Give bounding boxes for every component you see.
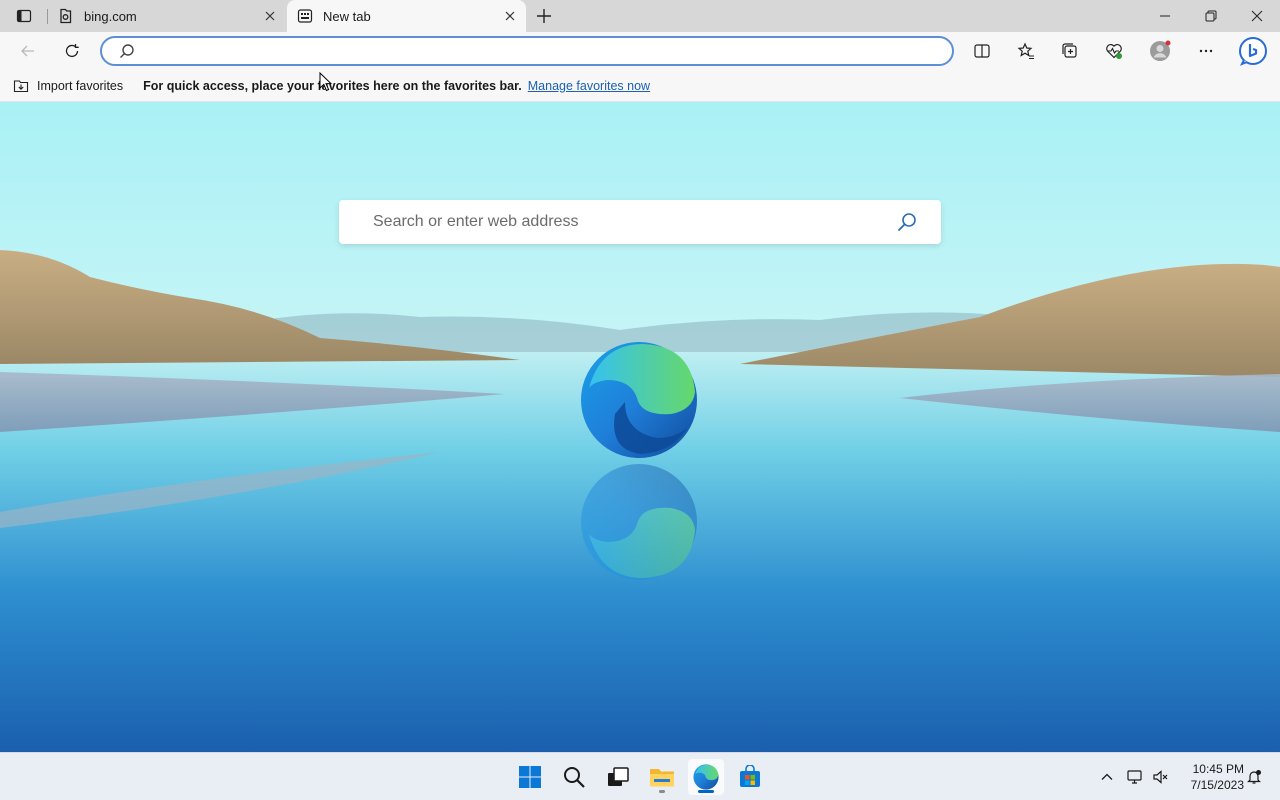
clock-date: 7/15/2023 [1190,778,1244,792]
ntp-search-box[interactable] [339,200,941,244]
search-icon [564,767,585,788]
tab-title: New tab [323,8,371,24]
bing-chat-icon [1239,37,1267,66]
chevron-up-icon [1101,773,1113,780]
volume-button[interactable] [1150,753,1172,800]
close-tab-button[interactable] [498,4,522,28]
browser-essentials-button[interactable] [1098,36,1130,66]
split-screen-icon [974,44,990,58]
clock-time: 10:45 PM [1192,762,1244,776]
newtab-favicon-icon [297,8,313,24]
network-button[interactable] [1124,753,1146,800]
close-icon [505,11,515,21]
profile-button[interactable] [1144,36,1176,66]
folder-icon [650,769,674,787]
new-tab-button[interactable] [530,4,558,28]
restore-icon [1205,10,1217,22]
more-horizontal-icon [1199,49,1213,53]
manage-favorites-link[interactable]: Manage favorites now [528,79,650,93]
search-icon [120,44,134,58]
microsoft-store-button[interactable] [732,759,768,795]
task-view-button[interactable] [600,759,636,795]
favorites-button[interactable] [1010,36,1042,66]
taskbar-search-button[interactable] [556,759,592,795]
store-icon [740,765,760,787]
back-arrow-icon [21,45,34,57]
active-indicator [698,790,714,793]
close-icon [1251,10,1263,22]
running-indicator [659,790,665,793]
toolbar [0,32,1280,70]
edge-logo-reflection [581,464,697,580]
edge-icon [693,764,719,790]
taskbar: 10:45 PM 7/15/2023 [0,752,1280,800]
clock[interactable]: 10:45 PM 7/15/2023 [1176,761,1244,793]
tab-bing[interactable]: bing.com [48,0,286,32]
task-view-icon [608,767,629,786]
start-button[interactable] [512,759,548,795]
file-explorer-button[interactable] [644,759,680,795]
minimize-icon [1160,15,1170,17]
tab-actions-icon [16,9,32,23]
heart-pulse-icon [1106,44,1122,59]
restore-button[interactable] [1188,0,1234,32]
ntp-search-button[interactable] [887,202,927,242]
tab-strip: bing.com New tab [0,0,1280,32]
address-bar[interactable] [100,36,954,66]
tab-title: bing.com [84,8,137,24]
minimize-button[interactable] [1142,0,1188,32]
settings-more-button[interactable] [1190,36,1222,66]
plus-icon [537,9,551,23]
avatar [1150,40,1171,61]
close-window-button[interactable] [1234,0,1280,32]
show-hidden-icons-button[interactable] [1096,753,1118,800]
refresh-button[interactable] [56,36,88,66]
ntp-search-input[interactable] [373,207,887,237]
import-favorites-button[interactable]: Import favorites [13,74,131,98]
notifications-button[interactable] [1244,753,1264,800]
volume-muted-icon [1153,770,1168,784]
network-icon [1127,770,1142,784]
favorites-star-icon [1017,42,1034,60]
notification-bell-icon [1247,770,1261,784]
import-favorites-label: Import favorites [37,78,124,93]
mouse-cursor-icon [319,72,333,92]
collections-button[interactable] [1054,36,1086,66]
close-tab-button[interactable] [258,4,282,28]
collections-icon [1062,43,1077,58]
search-icon [897,213,916,232]
new-tab-page [0,102,1280,752]
split-screen-button[interactable] [966,36,998,66]
tab-actions-button[interactable] [8,4,40,28]
import-icon [13,79,29,92]
edge-taskbar-button[interactable] [688,759,724,795]
bing-favicon-icon [58,8,74,24]
windows-logo-icon [519,766,541,788]
tab-new-tab[interactable]: New tab [287,0,526,32]
edge-logo-icon [581,342,697,458]
refresh-icon [65,44,79,58]
bing-chat-button[interactable] [1234,36,1272,66]
back-button[interactable] [12,36,44,66]
favorites-bar: Import favorites For quick access, place… [0,70,1280,102]
close-icon [265,11,275,21]
address-input[interactable] [144,40,952,62]
